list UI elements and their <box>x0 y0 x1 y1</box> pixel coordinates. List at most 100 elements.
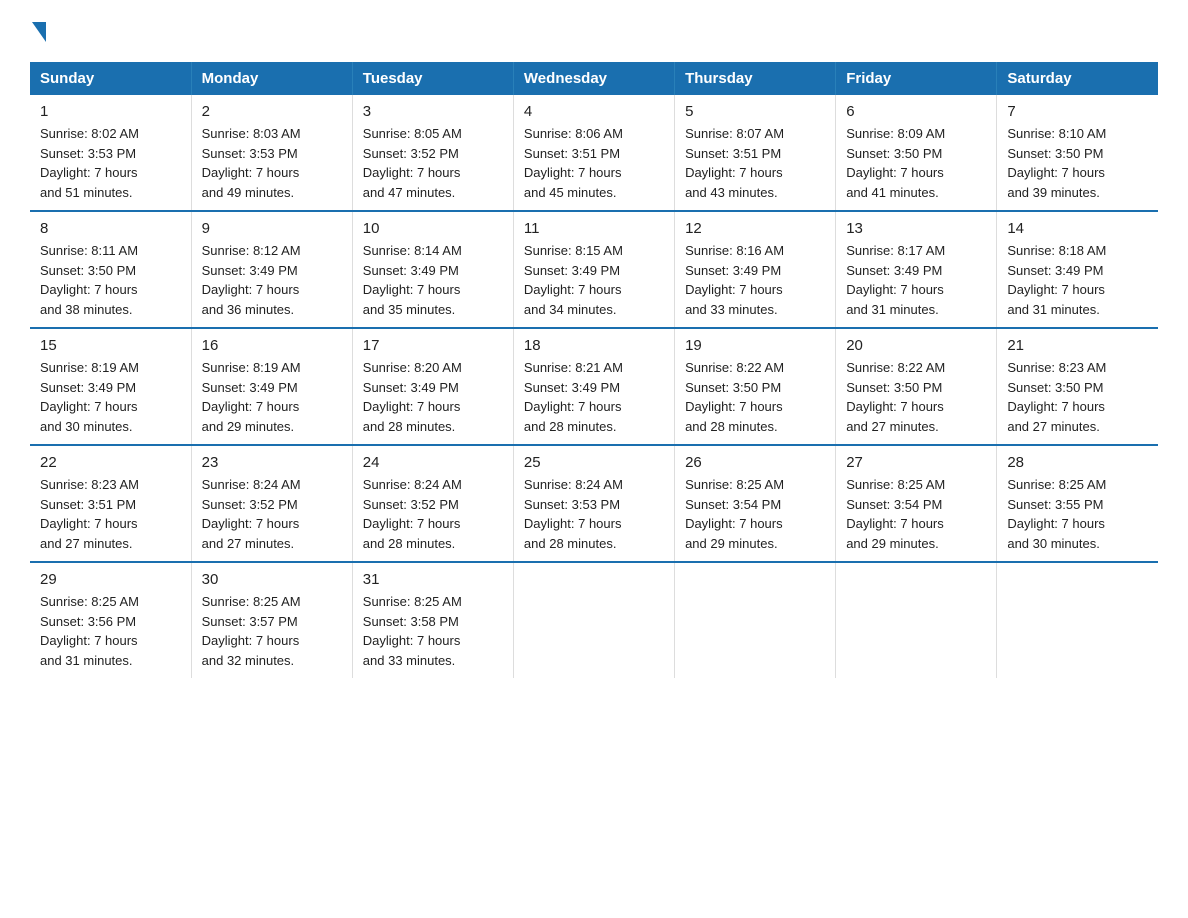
calendar-cell: 27 Sunrise: 8:25 AMSunset: 3:54 PMDaylig… <box>836 445 997 562</box>
day-info: Sunrise: 8:11 AMSunset: 3:50 PMDaylight:… <box>40 241 181 319</box>
day-number: 26 <box>685 454 825 471</box>
day-info: Sunrise: 8:25 AMSunset: 3:54 PMDaylight:… <box>846 475 986 553</box>
day-info: Sunrise: 8:19 AMSunset: 3:49 PMDaylight:… <box>202 358 342 436</box>
calendar-cell: 16 Sunrise: 8:19 AMSunset: 3:49 PMDaylig… <box>191 328 352 445</box>
calendar-cell <box>513 562 674 678</box>
day-info: Sunrise: 8:22 AMSunset: 3:50 PMDaylight:… <box>846 358 986 436</box>
calendar-week-row: 8 Sunrise: 8:11 AMSunset: 3:50 PMDayligh… <box>30 211 1158 328</box>
calendar-cell: 10 Sunrise: 8:14 AMSunset: 3:49 PMDaylig… <box>352 211 513 328</box>
calendar-cell: 21 Sunrise: 8:23 AMSunset: 3:50 PMDaylig… <box>997 328 1158 445</box>
day-number: 9 <box>202 220 342 237</box>
calendar-cell: 18 Sunrise: 8:21 AMSunset: 3:49 PMDaylig… <box>513 328 674 445</box>
day-number: 31 <box>363 571 503 588</box>
day-number: 27 <box>846 454 986 471</box>
logo <box>30 20 46 42</box>
day-info: Sunrise: 8:25 AMSunset: 3:55 PMDaylight:… <box>1007 475 1148 553</box>
calendar-cell: 9 Sunrise: 8:12 AMSunset: 3:49 PMDayligh… <box>191 211 352 328</box>
day-info: Sunrise: 8:25 AMSunset: 3:57 PMDaylight:… <box>202 592 342 670</box>
calendar-cell: 12 Sunrise: 8:16 AMSunset: 3:49 PMDaylig… <box>675 211 836 328</box>
calendar-cell <box>997 562 1158 678</box>
header-monday: Monday <box>191 62 352 95</box>
day-number: 8 <box>40 220 181 237</box>
day-info: Sunrise: 8:20 AMSunset: 3:49 PMDaylight:… <box>363 358 503 436</box>
calendar-cell: 30 Sunrise: 8:25 AMSunset: 3:57 PMDaylig… <box>191 562 352 678</box>
day-info: Sunrise: 8:17 AMSunset: 3:49 PMDaylight:… <box>846 241 986 319</box>
day-number: 20 <box>846 337 986 354</box>
calendar-cell: 23 Sunrise: 8:24 AMSunset: 3:52 PMDaylig… <box>191 445 352 562</box>
day-info: Sunrise: 8:14 AMSunset: 3:49 PMDaylight:… <box>363 241 503 319</box>
calendar-cell: 8 Sunrise: 8:11 AMSunset: 3:50 PMDayligh… <box>30 211 191 328</box>
day-number: 4 <box>524 103 664 120</box>
logo-arrow-icon <box>32 22 46 42</box>
day-info: Sunrise: 8:05 AMSunset: 3:52 PMDaylight:… <box>363 124 503 202</box>
calendar-week-row: 22 Sunrise: 8:23 AMSunset: 3:51 PMDaylig… <box>30 445 1158 562</box>
header-saturday: Saturday <box>997 62 1158 95</box>
day-info: Sunrise: 8:21 AMSunset: 3:49 PMDaylight:… <box>524 358 664 436</box>
day-info: Sunrise: 8:24 AMSunset: 3:53 PMDaylight:… <box>524 475 664 553</box>
calendar-cell: 22 Sunrise: 8:23 AMSunset: 3:51 PMDaylig… <box>30 445 191 562</box>
day-number: 3 <box>363 103 503 120</box>
header-thursday: Thursday <box>675 62 836 95</box>
day-number: 11 <box>524 220 664 237</box>
day-number: 6 <box>846 103 986 120</box>
day-info: Sunrise: 8:24 AMSunset: 3:52 PMDaylight:… <box>202 475 342 553</box>
day-info: Sunrise: 8:15 AMSunset: 3:49 PMDaylight:… <box>524 241 664 319</box>
calendar-cell: 15 Sunrise: 8:19 AMSunset: 3:49 PMDaylig… <box>30 328 191 445</box>
calendar-cell: 2 Sunrise: 8:03 AMSunset: 3:53 PMDayligh… <box>191 95 352 211</box>
day-info: Sunrise: 8:07 AMSunset: 3:51 PMDaylight:… <box>685 124 825 202</box>
day-info: Sunrise: 8:23 AMSunset: 3:51 PMDaylight:… <box>40 475 181 553</box>
day-number: 22 <box>40 454 181 471</box>
day-number: 2 <box>202 103 342 120</box>
logo-text-top <box>30 20 46 42</box>
day-number: 16 <box>202 337 342 354</box>
day-number: 25 <box>524 454 664 471</box>
calendar-cell: 28 Sunrise: 8:25 AMSunset: 3:55 PMDaylig… <box>997 445 1158 562</box>
calendar-cell: 25 Sunrise: 8:24 AMSunset: 3:53 PMDaylig… <box>513 445 674 562</box>
page-header <box>30 20 1158 42</box>
calendar-cell: 4 Sunrise: 8:06 AMSunset: 3:51 PMDayligh… <box>513 95 674 211</box>
day-info: Sunrise: 8:25 AMSunset: 3:54 PMDaylight:… <box>685 475 825 553</box>
day-number: 13 <box>846 220 986 237</box>
day-number: 17 <box>363 337 503 354</box>
day-info: Sunrise: 8:24 AMSunset: 3:52 PMDaylight:… <box>363 475 503 553</box>
day-number: 24 <box>363 454 503 471</box>
calendar-cell: 6 Sunrise: 8:09 AMSunset: 3:50 PMDayligh… <box>836 95 997 211</box>
day-info: Sunrise: 8:10 AMSunset: 3:50 PMDaylight:… <box>1007 124 1148 202</box>
day-number: 5 <box>685 103 825 120</box>
calendar-cell: 11 Sunrise: 8:15 AMSunset: 3:49 PMDaylig… <box>513 211 674 328</box>
day-info: Sunrise: 8:02 AMSunset: 3:53 PMDaylight:… <box>40 124 181 202</box>
day-number: 30 <box>202 571 342 588</box>
calendar-week-row: 15 Sunrise: 8:19 AMSunset: 3:49 PMDaylig… <box>30 328 1158 445</box>
day-number: 28 <box>1007 454 1148 471</box>
day-info: Sunrise: 8:18 AMSunset: 3:49 PMDaylight:… <box>1007 241 1148 319</box>
day-info: Sunrise: 8:23 AMSunset: 3:50 PMDaylight:… <box>1007 358 1148 436</box>
day-number: 12 <box>685 220 825 237</box>
calendar-cell: 19 Sunrise: 8:22 AMSunset: 3:50 PMDaylig… <box>675 328 836 445</box>
header-wednesday: Wednesday <box>513 62 674 95</box>
day-number: 14 <box>1007 220 1148 237</box>
day-number: 7 <box>1007 103 1148 120</box>
day-number: 1 <box>40 103 181 120</box>
calendar-cell: 14 Sunrise: 8:18 AMSunset: 3:49 PMDaylig… <box>997 211 1158 328</box>
calendar-cell: 5 Sunrise: 8:07 AMSunset: 3:51 PMDayligh… <box>675 95 836 211</box>
calendar-cell <box>675 562 836 678</box>
header-sunday: Sunday <box>30 62 191 95</box>
day-number: 21 <box>1007 337 1148 354</box>
day-info: Sunrise: 8:25 AMSunset: 3:56 PMDaylight:… <box>40 592 181 670</box>
day-info: Sunrise: 8:22 AMSunset: 3:50 PMDaylight:… <box>685 358 825 436</box>
day-number: 19 <box>685 337 825 354</box>
calendar-cell: 31 Sunrise: 8:25 AMSunset: 3:58 PMDaylig… <box>352 562 513 678</box>
calendar-cell: 17 Sunrise: 8:20 AMSunset: 3:49 PMDaylig… <box>352 328 513 445</box>
calendar-cell: 26 Sunrise: 8:25 AMSunset: 3:54 PMDaylig… <box>675 445 836 562</box>
day-info: Sunrise: 8:16 AMSunset: 3:49 PMDaylight:… <box>685 241 825 319</box>
day-number: 10 <box>363 220 503 237</box>
calendar-table: SundayMondayTuesdayWednesdayThursdayFrid… <box>30 62 1158 678</box>
day-info: Sunrise: 8:06 AMSunset: 3:51 PMDaylight:… <box>524 124 664 202</box>
header-tuesday: Tuesday <box>352 62 513 95</box>
calendar-cell: 24 Sunrise: 8:24 AMSunset: 3:52 PMDaylig… <box>352 445 513 562</box>
day-number: 29 <box>40 571 181 588</box>
day-info: Sunrise: 8:19 AMSunset: 3:49 PMDaylight:… <box>40 358 181 436</box>
day-number: 23 <box>202 454 342 471</box>
day-info: Sunrise: 8:03 AMSunset: 3:53 PMDaylight:… <box>202 124 342 202</box>
calendar-week-row: 29 Sunrise: 8:25 AMSunset: 3:56 PMDaylig… <box>30 562 1158 678</box>
